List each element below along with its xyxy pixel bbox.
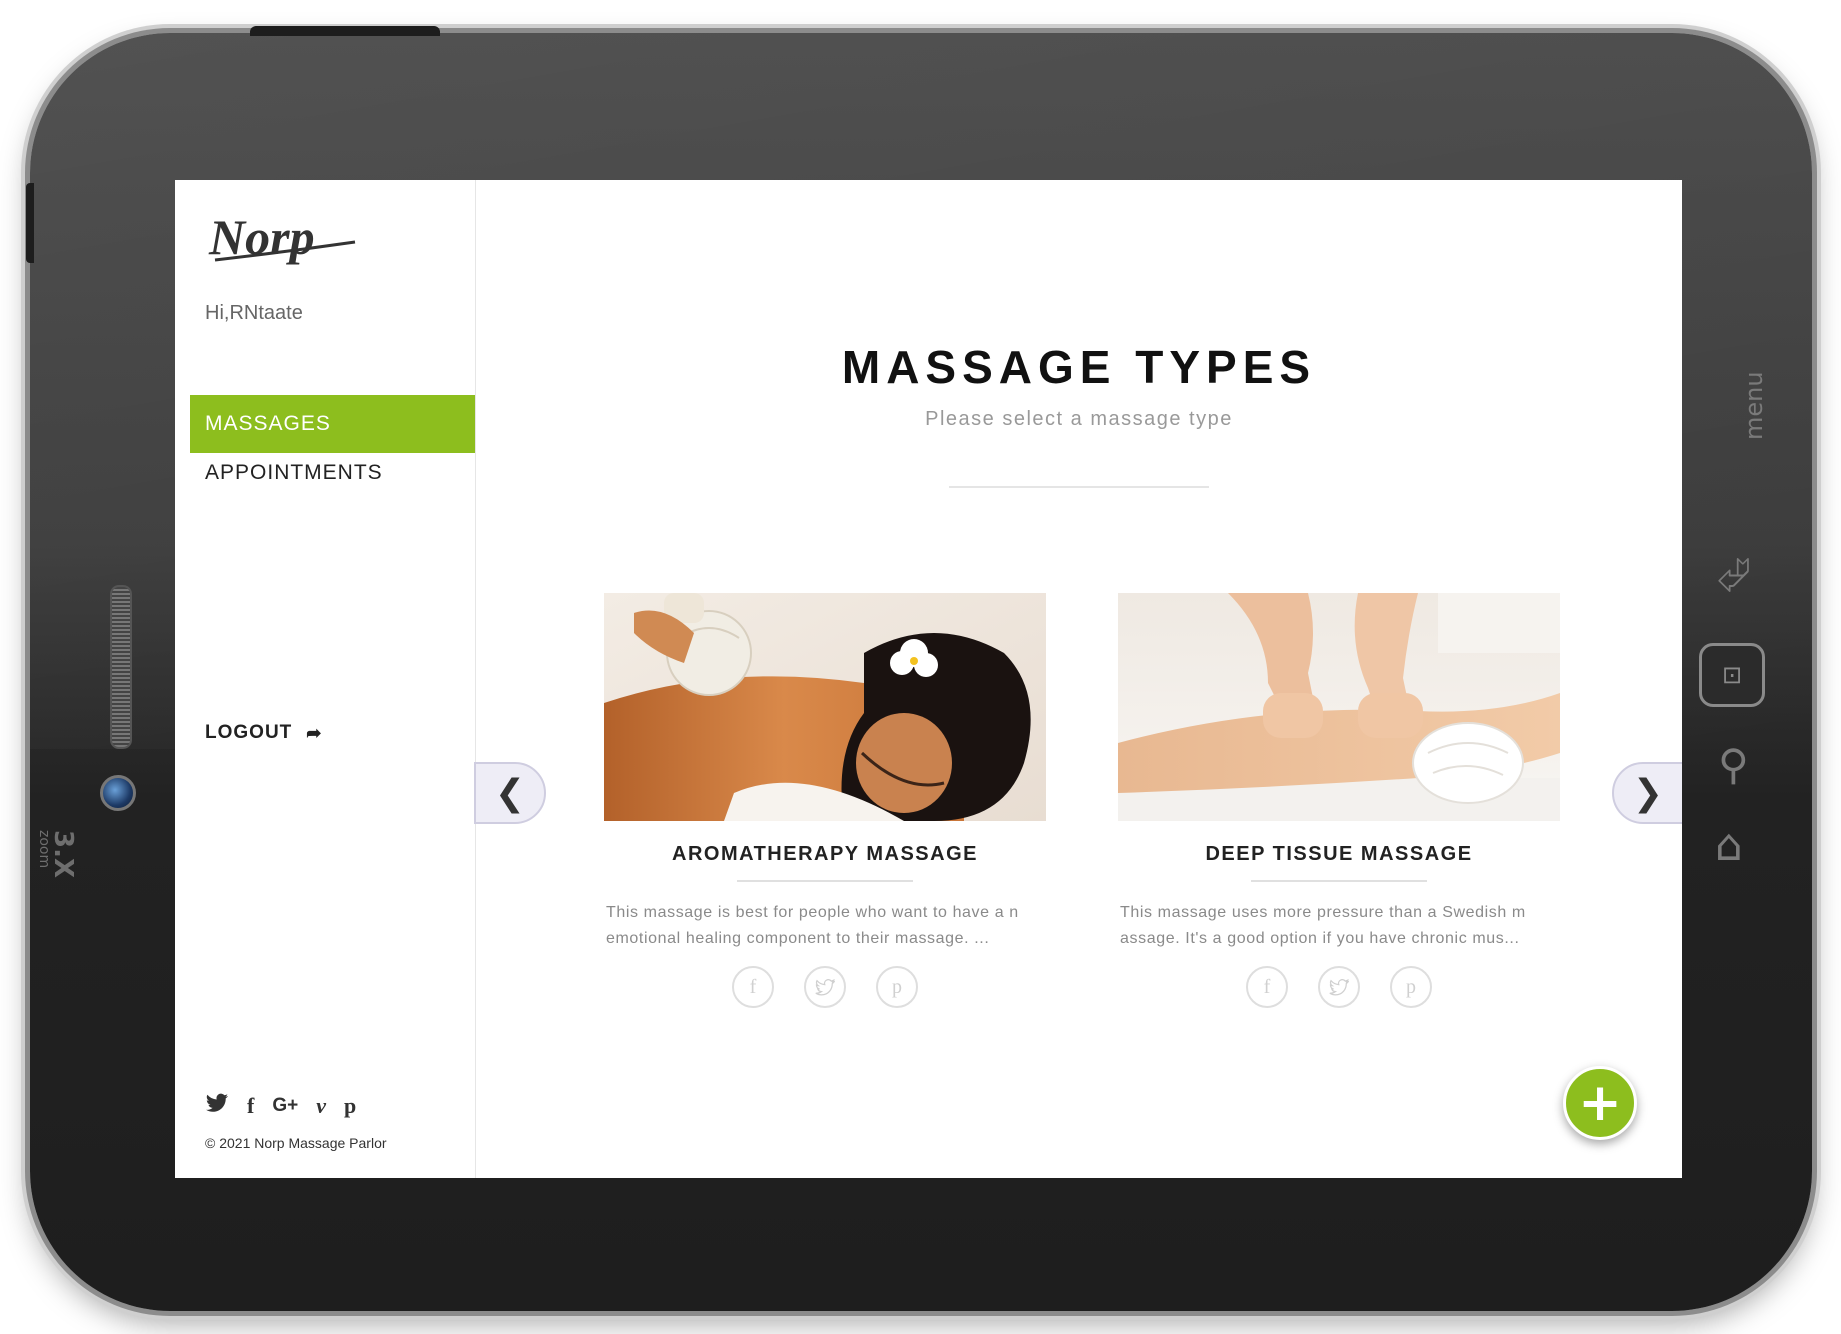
page-subtitle: Please select a massage type	[925, 408, 1233, 430]
massage-card-deep-tissue[interactable]: DEEP TISSUE MASSAGE This massage uses mo…	[1118, 593, 1560, 1008]
zoom-label: 3.X zoom	[36, 830, 78, 879]
hardware-menu-label: menu	[1740, 371, 1768, 440]
add-massage-button[interactable]: +	[1563, 1066, 1637, 1140]
hardware-back-icon[interactable]: ⮰	[1716, 550, 1751, 601]
card-title-rule	[737, 880, 913, 882]
pinterest-icon[interactable]: p	[344, 1093, 356, 1119]
twitter-icon[interactable]	[804, 966, 846, 1008]
power-button	[250, 26, 440, 36]
norp-logo: Norp	[205, 208, 365, 274]
google-plus-icon[interactable]: G+	[272, 1095, 298, 1117]
card-share-links: f p	[1118, 966, 1560, 1008]
facebook-icon[interactable]: f	[732, 966, 774, 1008]
footer-social-links: f G+ v p	[205, 1093, 356, 1119]
pinterest-icon[interactable]: p	[1390, 966, 1432, 1008]
vimeo-icon[interactable]: v	[316, 1093, 326, 1119]
card-title: AROMATHERAPY MASSAGE	[672, 843, 978, 865]
pinterest-icon[interactable]: p	[876, 966, 918, 1008]
nav-logout[interactable]: LOGOUT ➦	[190, 722, 475, 744]
card-description: This massage is best for people who want…	[606, 904, 1019, 947]
nav-appointments[interactable]: APPOINTMENTS	[190, 444, 475, 502]
aromatherapy-massage-image	[604, 593, 1046, 821]
logout-label: LOGOUT	[205, 722, 293, 743]
card-title: DEEP TISSUE MASSAGE	[1205, 843, 1473, 865]
hardware-return-icon[interactable]: ⌂	[1715, 820, 1743, 871]
sign-out-icon: ➦	[306, 722, 323, 743]
carousel-prev-button[interactable]: ❮	[474, 762, 546, 824]
user-greeting: Hi,RNtaate	[205, 302, 303, 324]
page-title: MASSAGE TYPES	[841, 341, 1317, 393]
deep-tissue-massage-image	[1118, 593, 1560, 821]
card-title-rule	[1251, 880, 1427, 882]
speaker-grille	[110, 585, 132, 749]
svg-text:Norp: Norp	[208, 209, 315, 265]
title-divider	[949, 486, 1209, 488]
twitter-icon[interactable]	[1318, 966, 1360, 1008]
main-content: MASSAGE TYPES Please select a massage ty…	[474, 180, 1682, 1178]
facebook-icon[interactable]: f	[1246, 966, 1288, 1008]
twitter-icon[interactable]	[205, 1093, 229, 1119]
volume-button	[26, 183, 34, 263]
hardware-search-icon[interactable]: ⚲	[1718, 740, 1749, 789]
copyright-text: © 2021 Norp Massage Parlor	[205, 1135, 387, 1151]
card-description: This massage uses more pressure than a S…	[1120, 904, 1526, 947]
carousel-next-button[interactable]: ❯	[1612, 762, 1682, 824]
camera-lens	[100, 775, 136, 811]
app-screen: Norp Hi,RNtaate MASSAGES APPOINTMENTS LO…	[175, 180, 1682, 1178]
massage-card-aromatherapy[interactable]: AROMATHERAPY MASSAGE This massage is bes…	[604, 593, 1046, 1008]
hardware-home-button[interactable]: ⊡	[1699, 643, 1765, 707]
card-share-links: f p	[604, 966, 1046, 1008]
home-icon: ⊡	[1721, 661, 1743, 689]
facebook-icon[interactable]: f	[247, 1093, 254, 1119]
sidebar: Norp Hi,RNtaate MASSAGES APPOINTMENTS LO…	[175, 180, 476, 1178]
